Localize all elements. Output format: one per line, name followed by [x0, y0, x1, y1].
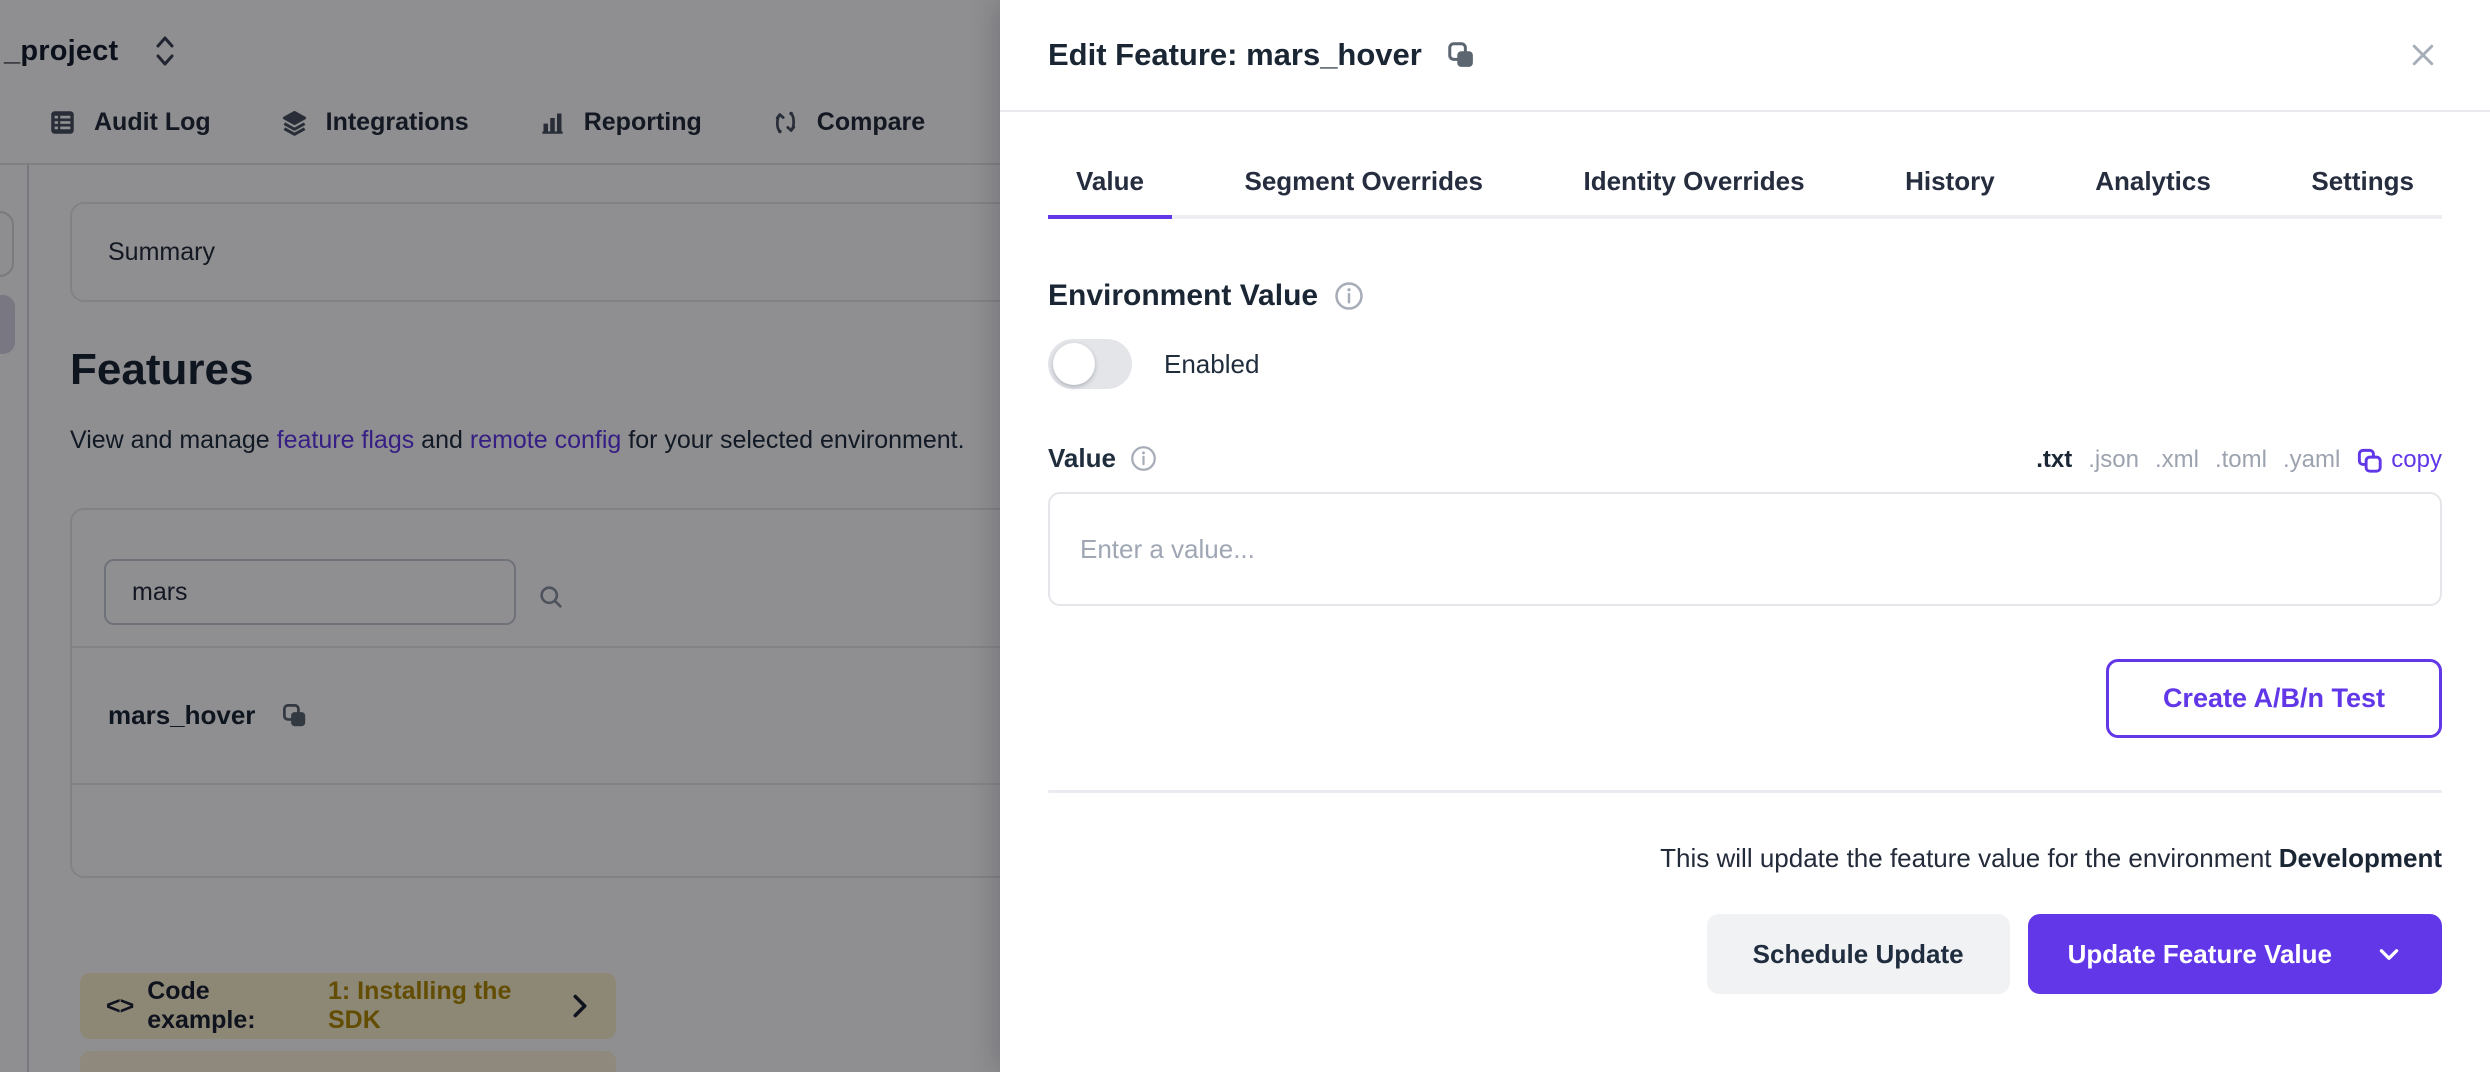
tab-value[interactable]: Value	[1048, 166, 1172, 219]
copy-label: copy	[2391, 446, 2442, 474]
close-icon[interactable]	[2404, 36, 2442, 74]
update-note: This will update the feature value for t…	[1048, 843, 2442, 874]
edit-feature-drawer: Edit Feature: mars_hover Value Segment O…	[1000, 0, 2490, 1072]
format-option-yaml[interactable]: .yaml	[2283, 446, 2340, 474]
enabled-toggle[interactable]	[1048, 339, 1132, 389]
copy-icon[interactable]	[1446, 40, 1476, 70]
create-abn-test-button[interactable]: Create A/B/n Test	[2106, 659, 2442, 738]
update-feature-value-button[interactable]: Update Feature Value	[2028, 914, 2442, 994]
tab-analytics[interactable]: Analytics	[2067, 166, 2239, 219]
tab-history[interactable]: History	[1877, 166, 2023, 219]
info-icon[interactable]	[1334, 281, 1364, 311]
value-input[interactable]	[1048, 492, 2442, 606]
tab-settings[interactable]: Settings	[2283, 166, 2442, 219]
value-field-label: Value	[1048, 443, 1116, 474]
value-format-row: .txt .json .xml .toml .yaml copy	[2036, 446, 2442, 474]
drawer-header: Edit Feature: mars_hover	[1000, 0, 2490, 112]
environment-name: Development	[2279, 843, 2442, 873]
enabled-toggle-row: Enabled	[1048, 339, 2442, 389]
enabled-toggle-label: Enabled	[1164, 349, 1259, 380]
format-option-txt[interactable]: .txt	[2036, 446, 2072, 474]
info-icon[interactable]	[1130, 445, 1157, 472]
update-button-label: Update Feature Value	[2068, 939, 2332, 970]
section-divider	[1048, 790, 2442, 793]
copy-value-button[interactable]: copy	[2356, 446, 2442, 474]
format-option-xml[interactable]: .xml	[2155, 446, 2199, 474]
update-note-text: This will update the feature value for t…	[1660, 843, 2279, 873]
tab-identity-overrides[interactable]: Identity Overrides	[1555, 166, 1832, 219]
copy-icon	[2356, 447, 2383, 474]
environment-value-heading: Environment Value	[1048, 279, 1318, 313]
drawer-title: Edit Feature: mars_hover	[1048, 37, 1422, 73]
schedule-update-button[interactable]: Schedule Update	[1707, 914, 2010, 994]
drawer-tabs: Value Segment Overrides Identity Overrid…	[1048, 166, 2442, 219]
format-option-toml[interactable]: .toml	[2215, 446, 2267, 474]
toggle-knob	[1053, 343, 1095, 385]
tab-segment-overrides[interactable]: Segment Overrides	[1216, 166, 1510, 219]
chevron-down-icon	[2376, 941, 2402, 967]
format-option-json[interactable]: .json	[2088, 446, 2139, 474]
